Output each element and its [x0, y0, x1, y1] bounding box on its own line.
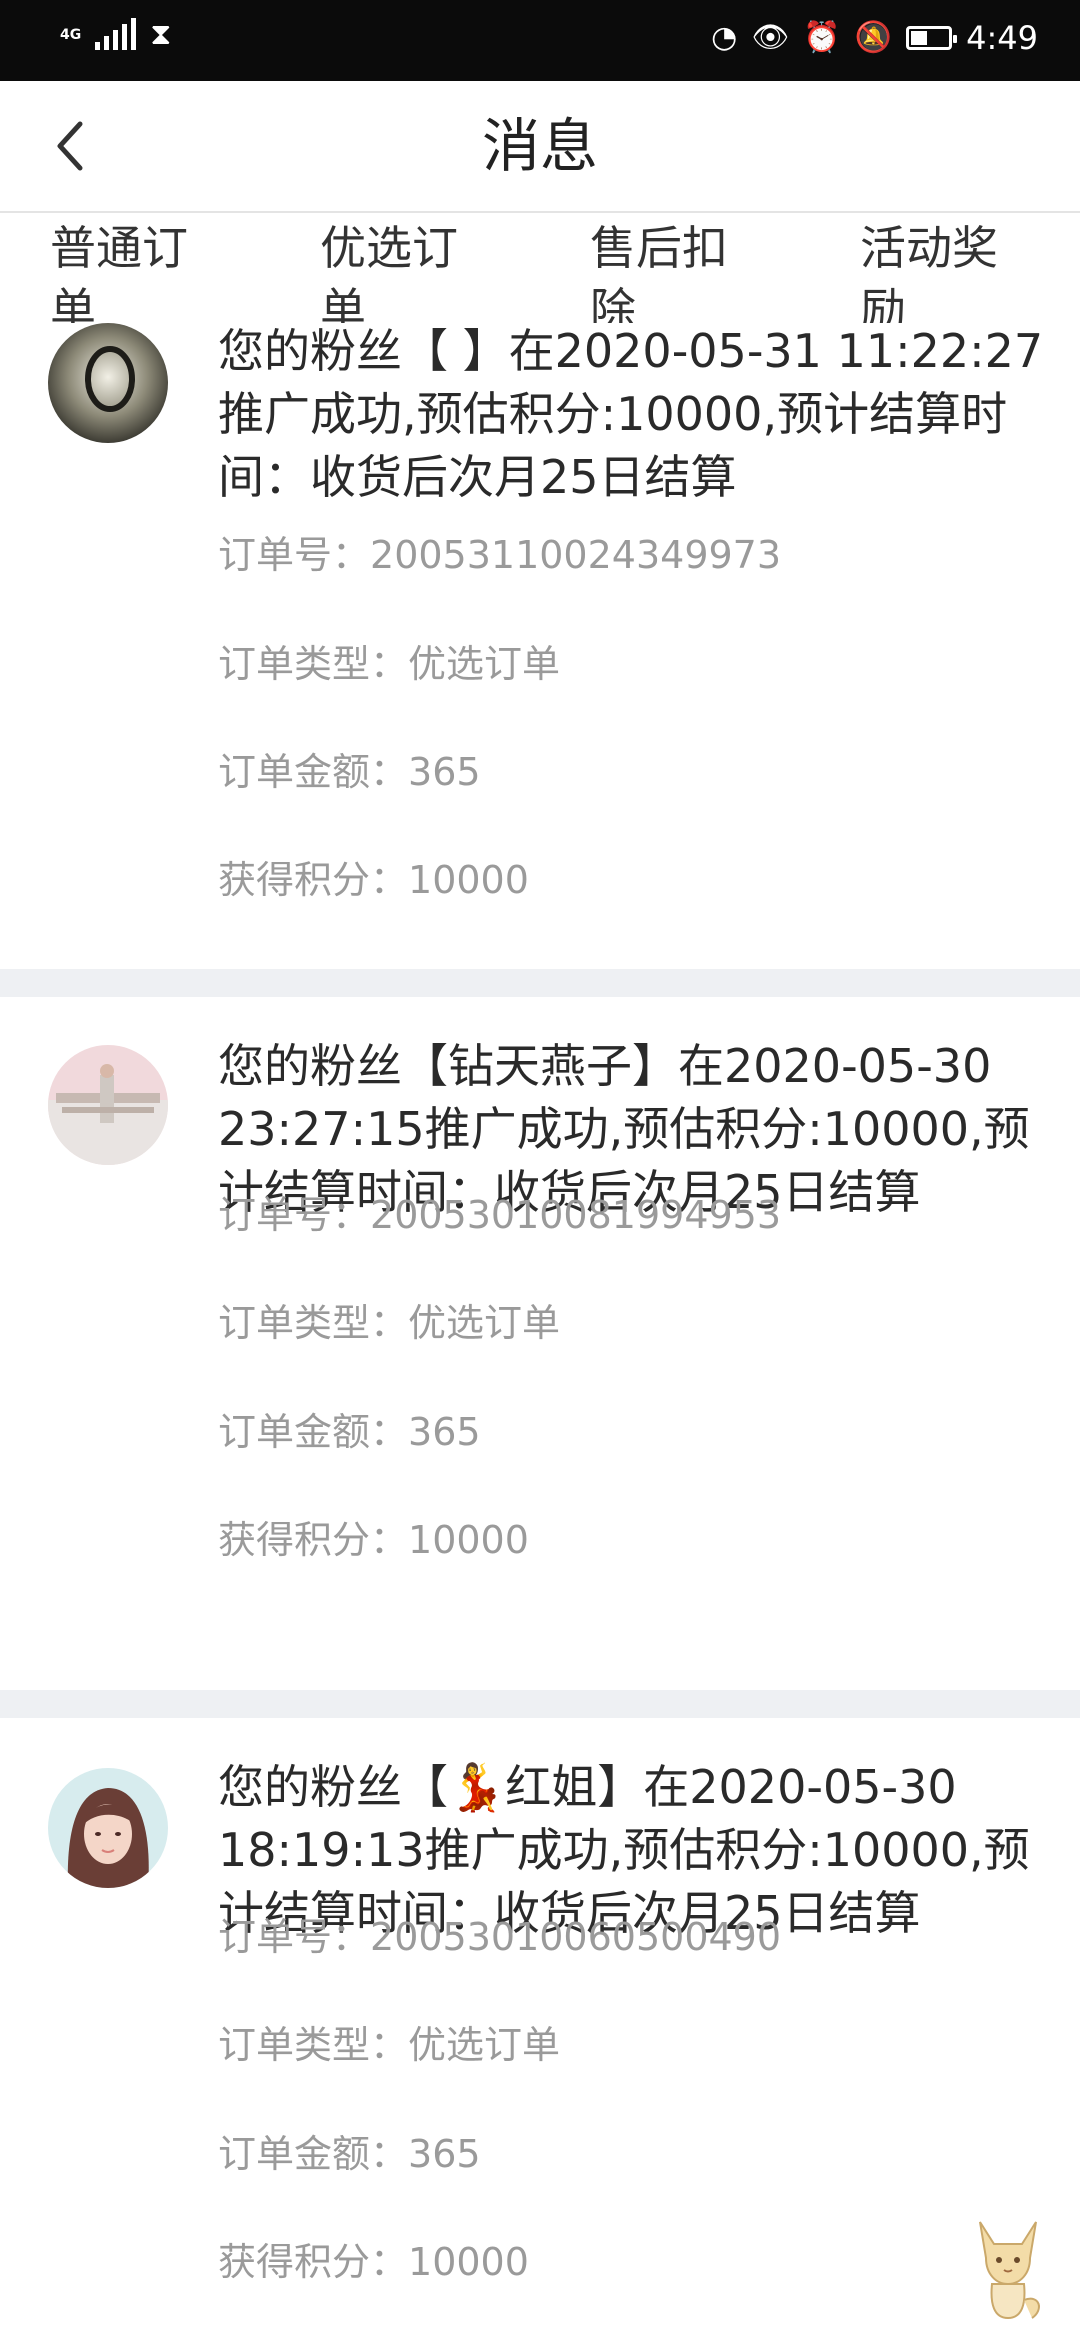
hourglass-icon: ⧗	[150, 17, 172, 52]
screen: 4G ⧗ ◔ 👁 ⏰ 🔕 4:49 消息 普通订单 优选订单 售后扣除 活动奖励	[0, 0, 1080, 2340]
app-header: 消息	[0, 81, 1080, 213]
battery-icon	[906, 26, 958, 50]
network-type: 4G	[60, 26, 82, 43]
order-type: 优选订单	[408, 1301, 561, 1345]
order-number: 20053110024349973	[370, 533, 782, 577]
order-amount: 365	[408, 750, 481, 794]
order-amount-row: 订单金额：365	[218, 1410, 481, 1454]
order-amount-row: 订单金额：365	[218, 2132, 481, 2176]
points-earned-row: 获得积分：10000	[218, 1518, 529, 1562]
order-amount: 365	[408, 2132, 481, 2176]
order-amount: 365	[408, 1410, 481, 1454]
points-earned-row: 获得积分：10000	[218, 2240, 529, 2284]
data-saver-icon: ◔	[711, 20, 738, 55]
page-title: 消息	[481, 112, 598, 180]
tab-bar: 普通订单 优选订单 售后扣除 活动奖励	[0, 213, 1080, 337]
avatar	[48, 1768, 168, 1888]
points-earned-row: 获得积分：10000	[218, 858, 529, 902]
message-text: 您的粉丝【 】在2020-05-31 11:22:27推广成功,预估积分:100…	[218, 324, 1044, 504]
list-item[interactable]: 您的粉丝【 】在2020-05-31 11:22:27推广成功,预估积分:100…	[0, 323, 1080, 978]
points-earned: 10000	[408, 858, 529, 902]
avatar	[48, 323, 168, 443]
fox-mascot-icon[interactable]	[968, 2214, 1048, 2324]
mute-icon: 🔕	[854, 20, 893, 55]
points-earned: 10000	[408, 1518, 529, 1562]
alarm-icon: ⏰	[803, 20, 841, 55]
clock: 4:49	[966, 19, 1038, 57]
divider	[0, 969, 1080, 997]
order-amount-row: 订单金额：365	[218, 750, 481, 794]
list-item[interactable]: 您的粉丝【💃红姐】在2020-05-30 18:19:13推广成功,预估积分:1…	[0, 1718, 1080, 2340]
status-bar: 4G ⧗ ◔ 👁 ⏰ 🔕 4:49	[0, 0, 1080, 81]
order-number-row: 订单号：20053110024349973	[218, 533, 782, 577]
order-type-row: 订单类型：优选订单	[218, 2023, 561, 2067]
signal-icon	[95, 18, 137, 50]
order-number-row: 订单号：20053010060500490	[218, 1915, 782, 1959]
divider	[0, 1690, 1080, 1718]
order-type: 优选订单	[408, 2023, 561, 2067]
order-type: 优选订单	[408, 642, 561, 686]
order-type-row: 订单类型：优选订单	[218, 1301, 561, 1345]
order-number-row: 订单号：20053010081994953	[218, 1193, 782, 1237]
eye-icon: 👁	[751, 20, 790, 55]
avatar	[48, 1045, 168, 1165]
order-type-row: 订单类型：优选订单	[218, 642, 561, 686]
points-earned: 10000	[408, 2240, 529, 2284]
order-number: 20053010060500490	[370, 1915, 782, 1959]
order-number: 20053010081994953	[370, 1193, 782, 1237]
list-item[interactable]: 您的粉丝【钻天燕子】在2020-05-30 23:27:15推广成功,预估积分:…	[0, 997, 1080, 1690]
